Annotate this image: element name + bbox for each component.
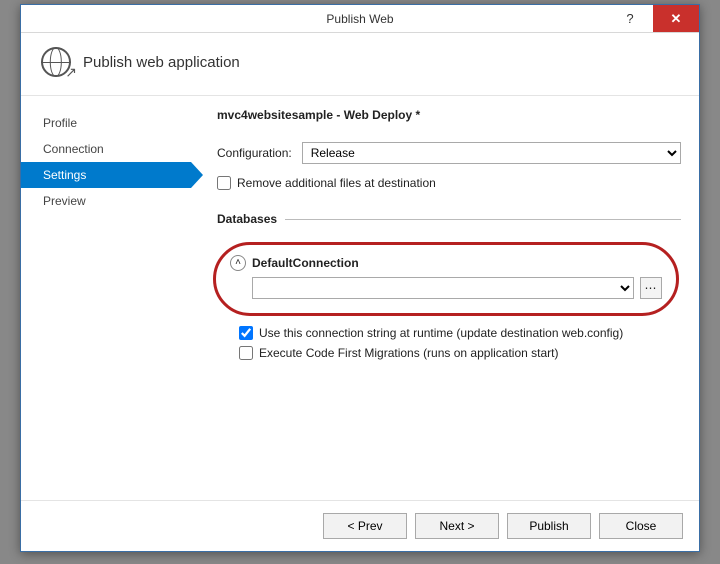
settings-panel: mvc4websitesample - Web Deploy * Configu… [191, 96, 699, 500]
connection-name: DefaultConnection [252, 256, 359, 270]
close-window-button[interactable]: ✕ [653, 5, 699, 32]
next-button[interactable]: Next > [415, 513, 499, 539]
section-divider [285, 219, 681, 220]
connection-string-row: ⋯ [230, 277, 662, 299]
wizard-sidebar: Profile Connection Settings Preview [21, 96, 191, 500]
titlebar: Publish Web ? ✕ [21, 5, 699, 33]
sidebar-item-settings[interactable]: Settings [21, 162, 191, 188]
configuration-row: Configuration: Release [217, 142, 681, 164]
databases-section-header: Databases [217, 212, 681, 226]
dialog-header: ↗ Publish web application [21, 33, 699, 96]
globe-publish-icon: ↗ [41, 47, 71, 77]
window-title: Publish Web [21, 12, 699, 26]
ellipsis-icon: ⋯ [645, 281, 658, 295]
code-first-input[interactable] [239, 346, 253, 360]
connection-string-browse-button[interactable]: ⋯ [640, 277, 662, 299]
chevron-up-icon: ˄ [235, 258, 241, 268]
arrow-icon: ↗ [65, 64, 77, 81]
dialog-body: Profile Connection Settings Preview mvc4… [21, 96, 699, 500]
dialog-footer: < Prev Next > Publish Close [21, 500, 699, 551]
configuration-select[interactable]: Release [302, 142, 681, 164]
profile-heading: mvc4websitesample - Web Deploy * [217, 108, 681, 122]
connection-highlight: ˄ DefaultConnection ⋯ [213, 242, 679, 316]
code-first-checkbox[interactable]: Execute Code First Migrations (runs on a… [239, 346, 681, 360]
connection-expander[interactable]: ˄ [230, 255, 246, 271]
connection-options: Use this connection string at runtime (u… [217, 326, 681, 360]
use-runtime-label: Use this connection string at runtime (u… [259, 326, 623, 340]
databases-label: Databases [217, 212, 277, 226]
remove-files-checkbox[interactable]: Remove additional files at destination [217, 176, 681, 190]
publish-web-dialog: Publish Web ? ✕ ↗ Publish web applicatio… [20, 4, 700, 552]
window-controls: ? ✕ [607, 5, 699, 32]
use-runtime-checkbox[interactable]: Use this connection string at runtime (u… [239, 326, 681, 340]
publish-button[interactable]: Publish [507, 513, 591, 539]
sidebar-item-profile[interactable]: Profile [21, 110, 191, 136]
code-first-label: Execute Code First Migrations (runs on a… [259, 346, 558, 360]
prev-button[interactable]: < Prev [323, 513, 407, 539]
sidebar-item-connection[interactable]: Connection [21, 136, 191, 162]
dialog-title: Publish web application [83, 54, 240, 71]
help-button[interactable]: ? [607, 5, 653, 32]
use-runtime-input[interactable] [239, 326, 253, 340]
configuration-label: Configuration: [217, 146, 292, 160]
connection-header: ˄ DefaultConnection [230, 255, 662, 271]
close-button[interactable]: Close [599, 513, 683, 539]
connection-string-select[interactable] [252, 277, 634, 299]
sidebar-item-preview[interactable]: Preview [21, 188, 191, 214]
remove-files-input[interactable] [217, 176, 231, 190]
remove-files-label: Remove additional files at destination [237, 176, 436, 190]
